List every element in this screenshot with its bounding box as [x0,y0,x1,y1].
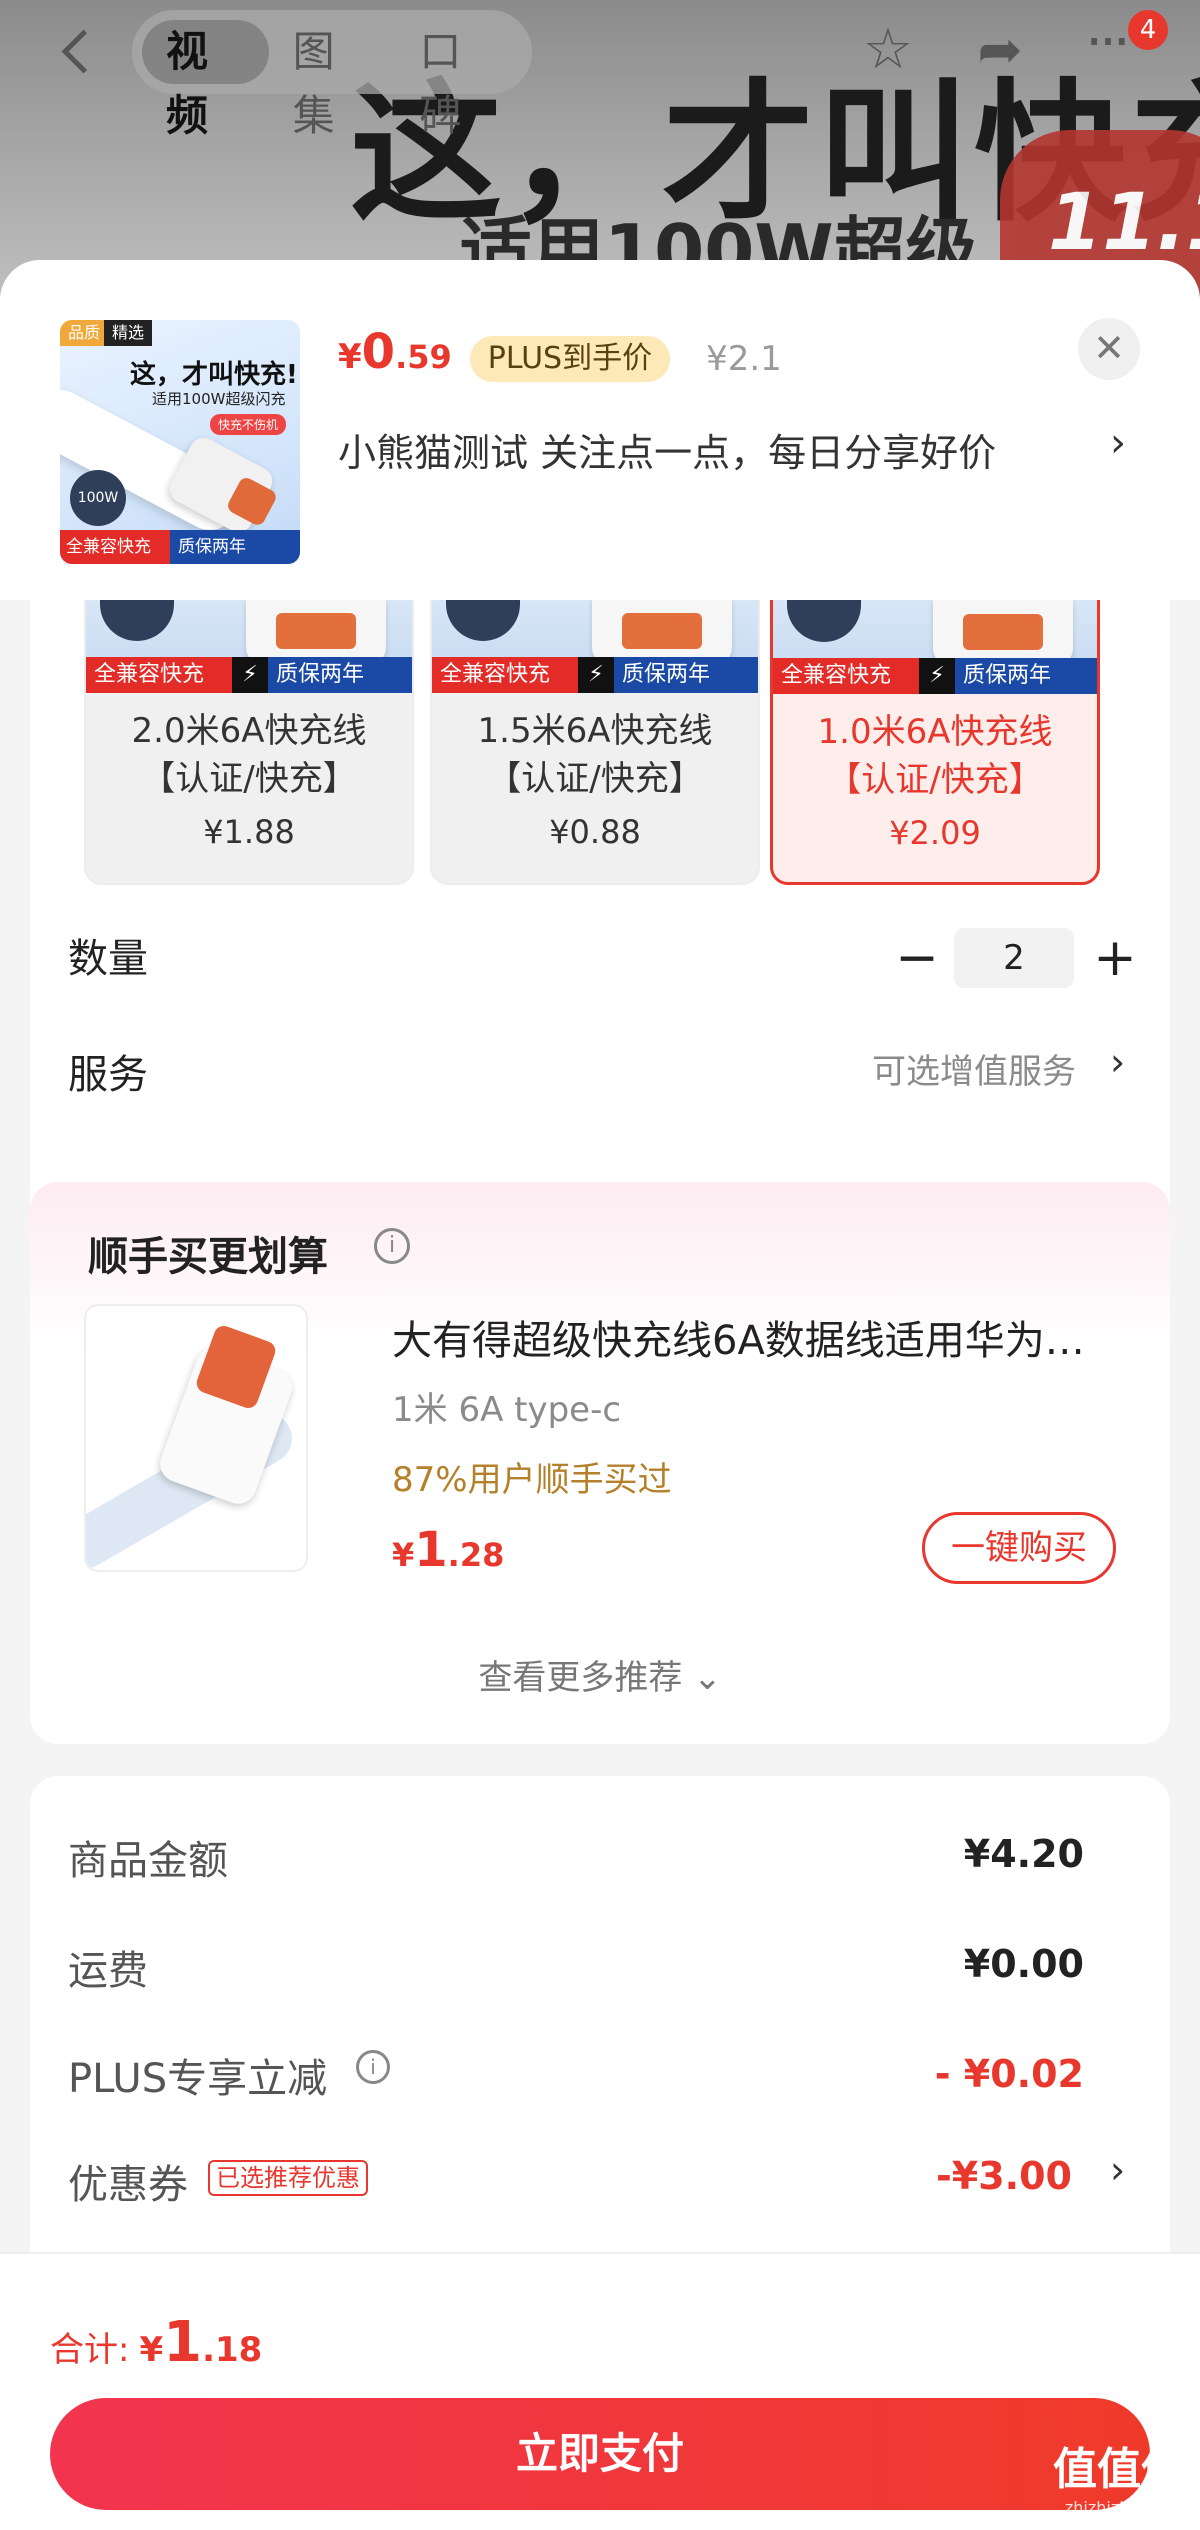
more-recommend-link[interactable]: 查看更多推荐 ⌄ [30,1650,1170,1699]
coupon-value[interactable]: -¥3.00 [936,2154,1072,2198]
notification-badge: 4 [1128,10,1168,50]
checkout-bar: 合计: ¥ 1 .18 立即支付 [0,2252,1200,2530]
variant-name: 2.0米6A快充线 【认证/快充】 [131,711,367,799]
goods-amount-value: ¥4.20 [963,1832,1084,1876]
variant-list: 全兼容快充 ⚡ 质保两年 2.0米6A快充线 【认证/快充】 ¥1.88 全兼容快充 ⚡… [84,595,1144,895]
recommend-item-rate: 87%用户顺手买过 [392,1460,672,1500]
product-header: 品质 精选 这，才叫快充! 适用100W超级闪充 快充不伤机 100W 全兼容快… [0,260,1200,600]
shipping-label: 运费 [68,1948,148,1994]
chevron-right-icon[interactable]: › [1110,420,1126,466]
original-price: ¥2.1 [706,339,782,379]
bolt-icon: ⚡ [919,658,955,694]
variant-option-2m[interactable]: 全兼容快充 ⚡ 质保两年 2.0米6A快充线 【认证/快充】 ¥1.88 [84,595,414,885]
recommend-card: 顺手买更划算 i 大有得超级快充线6A数据线适用华为… 1米 6A type-c… [30,1182,1170,1744]
back-icon[interactable] [52,20,100,80]
plus-discount-label: PLUS专享立减 [68,2056,328,2102]
chevron-right-icon[interactable]: › [1110,2148,1125,2192]
tab-reviews[interactable]: 口碑 [395,20,522,140]
recommend-item-spec: 1米 6A type-c [392,1390,622,1430]
info-icon[interactable]: i [356,2050,390,2084]
variant-name: 1.0米6A快充线 【认证/快充】 [817,712,1053,800]
product-thumbnail: 品质 精选 这，才叫快充! 适用100W超级闪充 快充不伤机 100W 全兼容快… [60,320,300,564]
star-icon[interactable]: ☆ [856,18,920,82]
plus-price: ¥0.59 [338,324,452,380]
pay-now-button[interactable]: 立即支付 [50,2398,1150,2510]
plus-discount-value: - ¥0.02 [934,2052,1084,2096]
recommend-title: 顺手买更划算 [88,1234,328,1280]
variant-price: ¥2.09 [889,814,981,852]
share-icon[interactable]: ➦ [968,18,1032,82]
variant-name: 1.5米6A快充线 【认证/快充】 [477,711,713,799]
plus-price-tag: PLUS到手价 [469,336,671,382]
variant-price: ¥1.88 [203,813,295,851]
goods-amount-label: 商品金额 [68,1838,228,1884]
info-icon[interactable]: i [374,1228,410,1264]
shipping-value: ¥0.00 [963,1942,1084,1986]
service-label: 服务 [68,1052,148,1098]
quantity-stepper[interactable]: 2 [954,928,1074,988]
chevron-right-icon[interactable]: › [1110,1040,1125,1084]
tab-gallery[interactable]: 图集 [269,20,396,140]
recommend-item-name[interactable]: 大有得超级快充线6A数据线适用华为… [392,1308,1152,1366]
recommend-item-price: ¥1.28 [392,1522,505,1578]
media-tabs: 视频 图集 口碑 [132,10,532,140]
total-amount: 合计: ¥ 1 .18 [50,2310,263,2375]
quantity-decrease-button[interactable]: − [882,930,952,990]
bolt-icon: ⚡ [232,657,268,693]
tab-video[interactable]: 视频 [142,20,269,140]
site-watermark: 值值值 zhizhizhi.com [1053,2444,1185,2517]
quantity-increase-button[interactable]: + [1080,930,1150,990]
quantity-label: 数量 [68,936,148,982]
close-icon[interactable]: ✕ [1078,318,1140,380]
service-option[interactable]: 可选增值服务 [872,1044,1076,1093]
purchase-sheet: 全兼容快充 ⚡ 质保两年 2.0米6A快充线 【认证/快充】 ¥1.88 全兼容快充 ⚡… [0,260,1200,2530]
bolt-icon: ⚡ [578,657,614,693]
one-click-buy-button[interactable]: 一键购买 [922,1512,1116,1584]
recommend-item-image[interactable] [84,1304,308,1572]
variant-option-1-5m[interactable]: 全兼容快充 ⚡ 质保两年 1.5米6A快充线 【认证/快充】 ¥0.88 [430,595,760,885]
variant-price: ¥0.88 [549,813,641,851]
coupon-tag: 已选推荐优惠 [208,2160,368,2196]
price-summary: 商品金额 ¥4.20 运费 ¥0.00 PLUS专享立减 i - ¥0.02 优… [30,1776,1170,2296]
shop-follow-line[interactable]: 小熊猫测试 关注点一点，每日分享好价 [338,422,996,477]
variant-option-1m-selected[interactable]: 全兼容快充 ⚡ 质保两年 1.0米6A快充线 【认证/快充】 ¥2.09 [770,595,1100,885]
coupon-label: 优惠券 [68,2162,188,2208]
price-row: ¥0.59 PLUS到手价 ¥2.1 [338,324,782,394]
